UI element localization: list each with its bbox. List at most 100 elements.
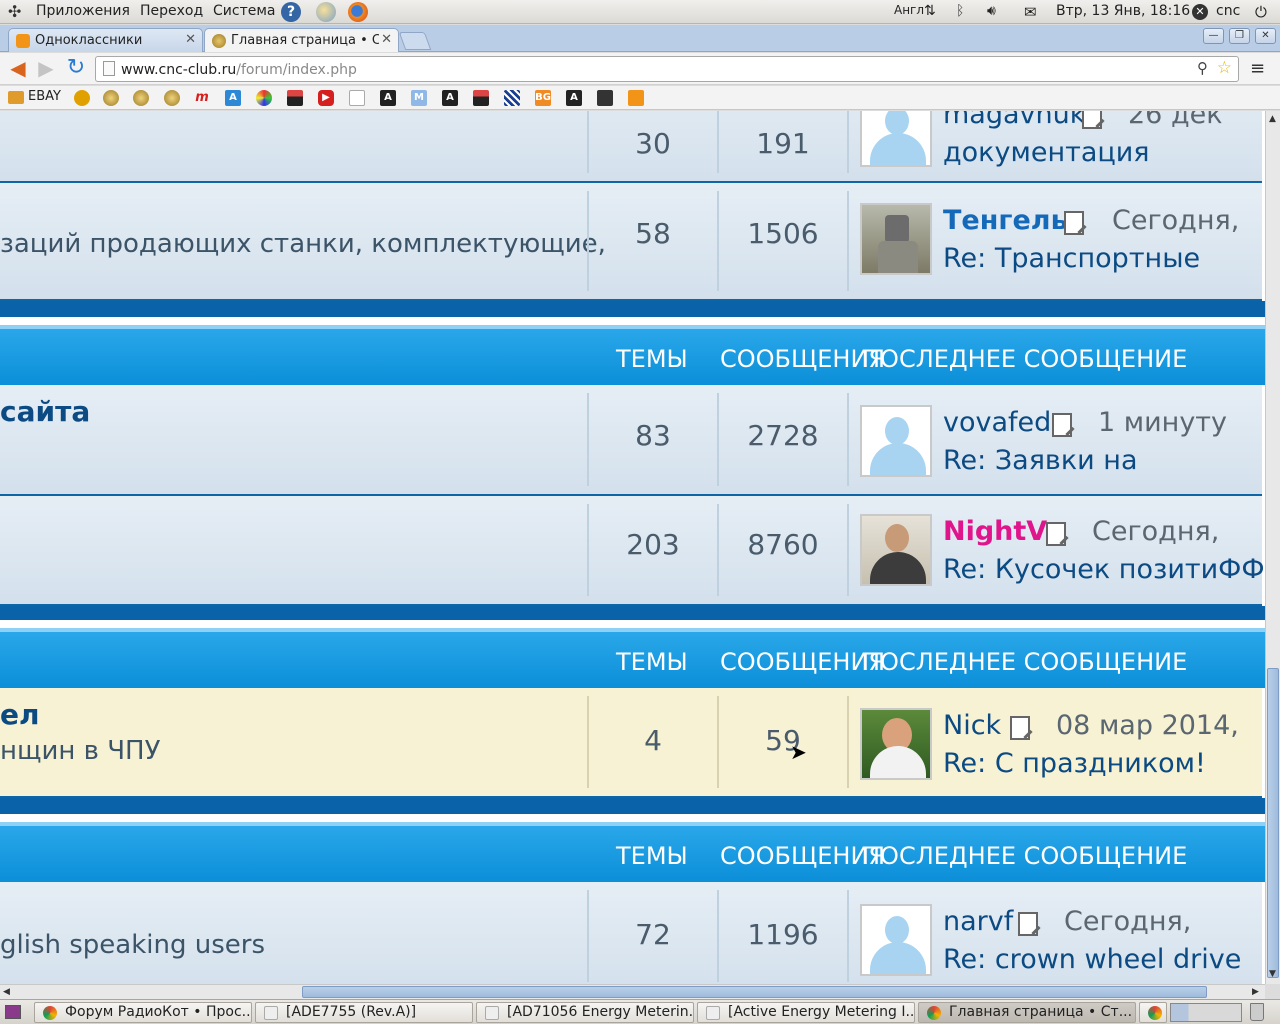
back-arrow-icon[interactable]: ◀ [6,57,30,81]
avatar[interactable] [860,514,932,586]
horizontal-scroll-thumb[interactable] [302,986,1207,998]
last-post-time: Сегодня, [1064,906,1192,937]
show-desktop-icon[interactable] [5,1005,21,1019]
last-post-title[interactable]: Re: Заявки на [943,445,1137,476]
last-post-author[interactable]: magavnuk [943,111,1085,130]
taskbar-item[interactable]: [Active Energy Metering I... [697,1002,915,1023]
menu-applications[interactable]: Приложения [36,3,130,19]
tab-main-page[interactable]: Главная страница • С ✕ [204,28,399,52]
address-bar[interactable]: www.cnc-club.ru/forum/index.php ⚲ ☆ [95,56,1239,82]
last-post-author[interactable]: Nick [943,710,1001,741]
view-post-icon[interactable] [1046,522,1066,546]
firefox-icon[interactable] [348,2,368,22]
last-post-author[interactable]: narvf [943,906,1013,937]
power-icon[interactable]: ⏻ [1255,3,1267,21]
view-post-icon[interactable] [1082,111,1102,129]
bookmark-a-icon[interactable]: A [380,90,396,106]
forward-arrow-icon[interactable]: ▶ [34,57,58,81]
bookmark-gift-icon[interactable] [473,90,489,106]
new-tab-button[interactable] [398,32,432,50]
bookmark-puzzle-icon[interactable] [256,90,272,106]
help-icon[interactable]: ? [281,2,301,22]
taskbar-item[interactable]: Главная страница • Ст... [918,1002,1136,1023]
close-icon[interactable]: ✕ [185,32,196,47]
last-post-title[interactable]: Re: Транспортные [943,243,1200,274]
last-post-title[interactable]: Re: crown wheel drive [943,944,1241,975]
last-post-title[interactable]: Re: С праздником! [943,748,1206,779]
tab-odnoklassniki[interactable]: Одноклассники ✕ [8,28,203,52]
close-window-button[interactable]: ✕ [1255,28,1276,44]
view-post-icon[interactable] [1018,912,1038,936]
last-post-title[interactable]: Re: Кусочек позитиФФа [943,554,1265,585]
bookmark-translate-icon[interactable]: A [225,90,241,106]
menu-icon[interactable]: ≡ [1250,58,1265,79]
last-post-title[interactable]: документация [943,137,1150,168]
forum-title[interactable]: ел [0,698,40,731]
clock[interactable]: Втр, 13 Янв, 18:16 [1056,3,1190,19]
scroll-up-arrow-icon[interactable]: ▲ [1269,114,1276,124]
bookmark-a-icon[interactable]: A [566,90,582,106]
network-arrows-icon[interactable]: ⇅ [924,3,936,19]
last-post-author[interactable]: NightV [943,516,1047,547]
scroll-left-arrow-icon[interactable]: ◀ [3,987,10,997]
taskbar-item[interactable]: Форум РадиоКот • Прос... [34,1002,252,1023]
workspace-switcher[interactable] [1170,1003,1242,1022]
forum-row: 203 8760 NightV Сегодня, Re: Кусочек поз… [0,496,1265,606]
bookmark-m-circle-icon[interactable]: M [411,90,427,106]
avatar[interactable] [860,708,932,780]
taskbar-item[interactable]: [ADE7755 (Rev.A)] [255,1002,473,1023]
trash-icon[interactable] [1250,1003,1264,1021]
avatar[interactable] [860,904,932,976]
bookmark-ebay[interactable]: EBAY [28,89,61,104]
mail-icon[interactable]: ✉ [1024,3,1037,21]
bookmark-youtube-icon[interactable]: ▶ [318,90,334,106]
bookmark-ring-icon[interactable] [74,90,90,106]
star-icon[interactable]: ☆ [1217,58,1232,78]
bookmark-film-icon[interactable] [597,90,613,106]
forum-title[interactable]: сайта [0,395,90,428]
avatar[interactable] [860,111,932,167]
bookmark-gift-icon[interactable] [287,90,303,106]
bookmark-bg-icon[interactable]: BG [535,90,551,106]
folder-icon[interactable] [8,91,24,104]
keyboard-layout[interactable]: Англ [894,3,924,17]
last-post-author[interactable]: Тенгель [943,205,1068,236]
robot-avatar-head [885,215,909,243]
close-icon[interactable]: ✕ [381,32,392,47]
scroll-down-arrow-icon[interactable]: ▼ [1269,969,1276,979]
avatar[interactable] [860,203,932,275]
bookmark-a-icon[interactable]: A [442,90,458,106]
menu-system[interactable]: Система [213,3,275,19]
menu-places[interactable]: Переход [140,3,203,19]
web-browser-icon[interactable] [316,2,336,22]
maximize-button[interactable]: ❐ [1229,28,1250,44]
view-post-icon[interactable] [1010,716,1030,740]
view-post-icon[interactable] [1064,211,1084,235]
bluetooth-icon[interactable]: ᛒ [956,3,964,19]
scroll-right-arrow-icon[interactable]: ▶ [1252,987,1259,997]
last-post-author[interactable]: vovafed [943,407,1051,438]
minimize-button[interactable]: — [1203,28,1224,44]
taskbar-item[interactable]: [AD71056 Energy Meterin... [476,1002,694,1023]
bookmark-compass-icon[interactable] [103,90,119,106]
user-name[interactable]: cnc [1216,3,1240,19]
vertical-scrollbar[interactable]: ▲ ▼ [1265,111,1280,984]
gnome-foot-icon[interactable]: ✣ [8,2,21,21]
chrome-icon [1148,1006,1162,1020]
view-post-icon[interactable] [1052,413,1072,437]
document-icon [485,1006,499,1020]
reload-icon[interactable]: ↻ [64,57,88,81]
vertical-scroll-thumb[interactable] [1267,668,1279,978]
zoom-icon[interactable]: ⚲ [1197,59,1208,77]
bookmark-compass-icon[interactable] [133,90,149,106]
avatar[interactable] [860,405,932,477]
taskbar-item[interactable] [1139,1002,1167,1023]
bookmark-m-icon[interactable]: m [194,90,210,106]
bookmark-compass-icon[interactable] [164,90,180,106]
user-status-icon[interactable]: ✕ [1192,4,1208,20]
bookmark-odnoklassniki-icon[interactable] [628,90,644,106]
horizontal-scrollbar[interactable]: ◀ ▶ [0,984,1265,999]
bookmark-page-icon[interactable] [349,90,365,106]
volume-icon[interactable]: 🔊︎ [987,3,996,19]
bookmark-pattern-icon[interactable] [504,90,520,106]
